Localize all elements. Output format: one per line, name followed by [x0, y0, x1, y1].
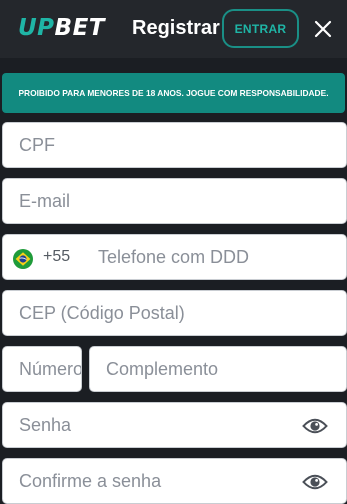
cep-field[interactable]: CEP (Código Postal) [2, 290, 347, 336]
phone-placeholder: Telefone com DDD [98, 247, 250, 267]
number-placeholder: Número [19, 358, 82, 379]
close-icon [314, 20, 332, 38]
eye-icon[interactable] [302, 416, 328, 436]
complement-placeholder: Complemento [106, 358, 219, 379]
page-title: Registrar [132, 17, 220, 39]
country-dial-code[interactable]: +55 [43, 248, 70, 266]
cpf-placeholder: CPF [19, 134, 55, 155]
brazil-flag-icon[interactable] [13, 249, 33, 269]
logo-bet: BET [54, 15, 105, 41]
login-button[interactable]: ENTRAR [222, 9, 299, 48]
age-warning-banner: PROIBIDO PARA MENORES DE 18 ANOS. JOGUE … [2, 73, 345, 113]
complement-field[interactable]: Complemento [89, 346, 347, 392]
eye-icon[interactable] [302, 472, 328, 492]
upbet-logo[interactable]: UPBET [18, 15, 105, 41]
email-field[interactable]: E-mail [2, 178, 347, 224]
confirm-password-field[interactable]: Confirme a senha [2, 458, 347, 504]
phone-field[interactable]: +55 Telefone com DDD [2, 234, 347, 280]
password-field[interactable]: Senha [2, 402, 347, 448]
confirm-password-placeholder: Confirme a senha [19, 470, 162, 491]
app-header: UPBET Registrar ENTRAR [0, 0, 347, 58]
number-field[interactable]: Número [2, 346, 82, 392]
logo-up: UP [18, 15, 55, 41]
age-warning-text: PROIBIDO PARA MENORES DE 18 ANOS. JOGUE … [18, 88, 329, 98]
cpf-field[interactable]: CPF [2, 122, 347, 168]
password-placeholder: Senha [19, 414, 72, 435]
cep-placeholder: CEP (Código Postal) [19, 302, 185, 323]
email-placeholder: E-mail [19, 190, 71, 211]
close-button[interactable] [310, 16, 336, 42]
